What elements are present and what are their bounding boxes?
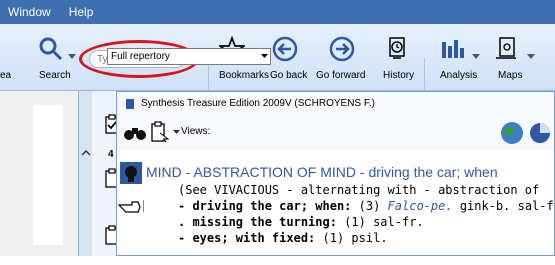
window-toolbar: Views: (117, 116, 554, 150)
rubric-line-missing[interactable]: . missing the turning: (1) sal-fr. (178, 215, 424, 229)
views-label: Views: (181, 126, 211, 137)
pie-chart-icon[interactable] (529, 122, 551, 144)
rubric-header: MIND - ABSTRACTION OF MIND - driving the… (116, 159, 553, 185)
maps-button[interactable] (493, 36, 519, 62)
rubric-content: (See VIVACIOUS - alternating with - abst… (116, 183, 555, 265)
analysis-button[interactable] (440, 36, 466, 62)
rubric-area: MIND - ABSTRACTION OF MIND - driving the… (116, 149, 555, 256)
rubric-line-text: - driving the car; when: (178, 199, 352, 213)
rubric-line-count: (1) psil. (322, 231, 388, 245)
binoculars-icon[interactable] (123, 124, 147, 142)
go-forward-label: Go forward (316, 70, 366, 81)
menu-help[interactable]: Help (61, 0, 102, 24)
search-label: Search (39, 70, 71, 81)
window-title: Synthesis Treasure Edition 2009V (SCHROY… (141, 98, 375, 109)
rubric-line-driving[interactable]: - driving the car; when: (3) Falco-pe. g… (178, 199, 555, 213)
head-icon (120, 162, 142, 184)
window-title-bar: Synthesis Treasure Edition 2009V (SCHROY… (117, 92, 554, 116)
history-icon (389, 37, 405, 59)
toolbar-label-partial: ea (0, 70, 12, 81)
dropdown-icon[interactable] (472, 54, 480, 60)
views-select-value: Full repertory (111, 51, 170, 62)
left-panel (0, 91, 92, 256)
rubric-line-eyes[interactable]: - eyes; with fixed: (1) psil. (178, 231, 388, 245)
maps-icon (496, 37, 516, 59)
dropdown-icon[interactable] (68, 54, 76, 60)
rubric-line-count: (1) sal-fr. (344, 215, 424, 229)
rubric-line-text: . missing the turning: (178, 215, 337, 229)
bookmarks-label: Bookmarks (219, 70, 270, 81)
history-label: History (383, 70, 415, 81)
history-button[interactable] (384, 36, 410, 62)
go-back-label: Go back (270, 70, 308, 81)
search-button[interactable] (38, 36, 64, 62)
rubric-line-text: - eyes; with fixed: (178, 231, 316, 245)
rubric-line-count: (3) (358, 199, 381, 213)
maps-label: Maps (498, 70, 523, 81)
magnifier-icon (39, 37, 63, 61)
analysis-label: Analysis (440, 70, 478, 81)
rubric-title: MIND - ABSTRACTION OF MIND - driving the… (146, 164, 498, 180)
scroll-up-icon[interactable] (81, 149, 91, 157)
arrow-left-icon (272, 36, 298, 62)
menubar: Window Help (0, 0, 555, 24)
rubric-line-remedies: gink-b. sal-fr (459, 199, 555, 213)
arrow-right-icon (329, 36, 355, 62)
chevron-down-icon[interactable] (261, 54, 268, 59)
dropdown-icon[interactable] (173, 130, 180, 135)
rubric-divider (143, 200, 144, 212)
bar-chart-icon (442, 40, 464, 58)
book-icon (126, 99, 134, 109)
pointing-hand-icon[interactable] (118, 199, 142, 215)
menu-window[interactable]: Window (0, 0, 59, 24)
remedy-falco[interactable]: Falco-pe. (388, 199, 453, 213)
go-back-button[interactable] (272, 36, 298, 62)
go-forward-button[interactable] (329, 36, 355, 62)
left-panel-list (33, 105, 63, 245)
globe-icon[interactable] (499, 120, 525, 146)
dropdown-icon[interactable] (527, 54, 535, 60)
clipboard-count: 4 (108, 149, 114, 160)
see-reference[interactable]: (See VIVACIOUS - alternating with - abst… (178, 183, 539, 197)
views-select[interactable]: Full repertory (107, 48, 271, 65)
clipboard-select-icon[interactable] (150, 121, 170, 143)
